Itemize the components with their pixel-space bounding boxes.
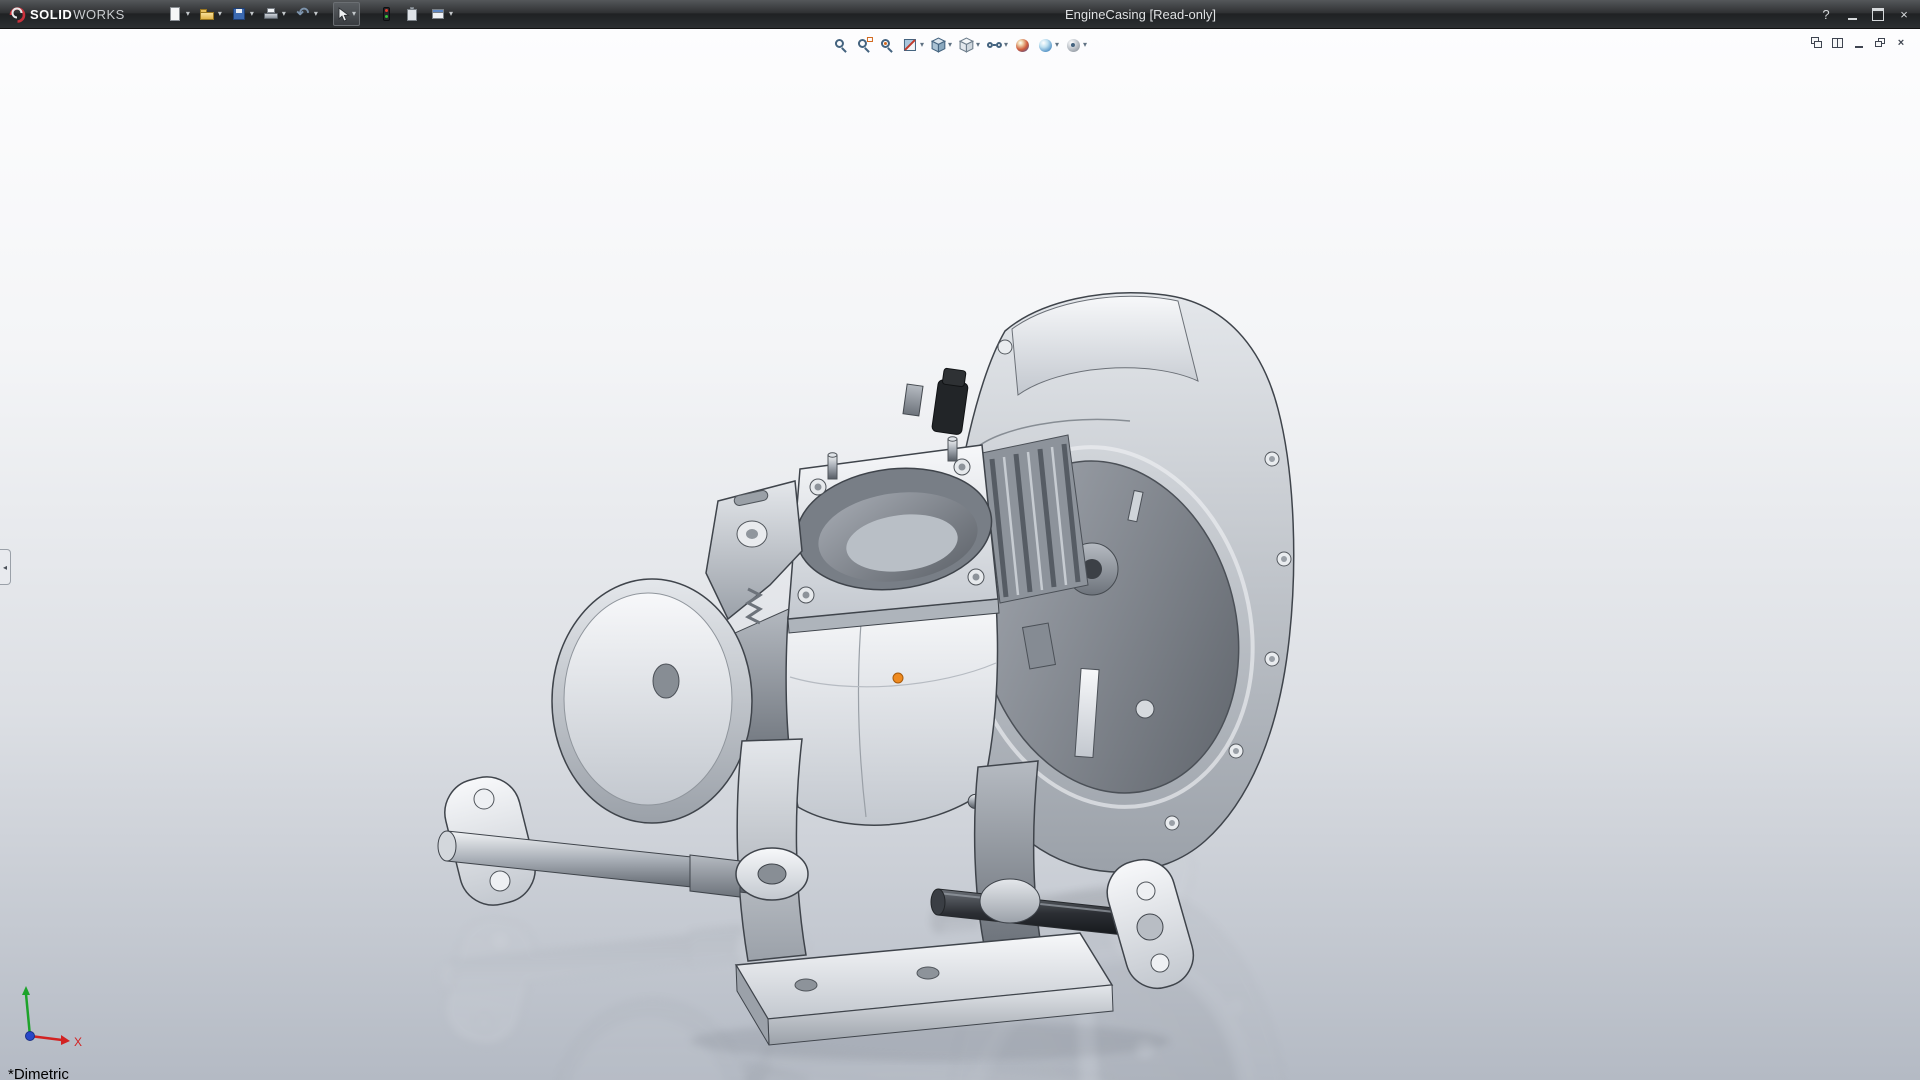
main-toolbar: ▾ ▾ ▾ ▾ ↶ ▾ ▾ ▾ [163,2,456,26]
chevron-down-icon[interactable]: ▾ [281,10,286,18]
section-view-button[interactable]: ▾ [900,34,926,56]
edit-appearance-button[interactable] [1012,34,1033,56]
edit-appearance-icon [1014,37,1031,54]
titlebar: SOLID WORKS ▾ ▾ ▾ ▾ ↶ ▾ ▾ ▾ EngineCasing… [0,0,1920,29]
solidworks-logo: SOLID WORKS [0,5,135,23]
brand-works: WORKS [73,6,125,22]
rebuild-button[interactable] [374,2,398,26]
magnified-selection-button[interactable] [877,34,898,56]
help-icon: ? [1822,7,1830,22]
undo-button[interactable]: ↶ ▾ [291,2,321,26]
print-button[interactable]: ▾ [259,2,289,26]
apply-scene-button[interactable]: ▾ [1035,34,1061,56]
reference-triad: X [22,986,82,1049]
cascade-windows-button[interactable] [1808,35,1826,51]
open-button[interactable]: ▾ [195,2,225,26]
heads-up-view-toolbar: ▾ ▾ ▾ ▾ ▾ ▾ [831,34,1089,56]
file-properties-icon [403,5,421,23]
triad-x-label: X [74,1035,82,1049]
rebuild-traffic-light-icon [377,5,395,23]
zoom-to-area-button[interactable] [854,34,875,56]
minimize-document-button[interactable] [1850,35,1868,51]
display-style-icon [958,36,975,53]
select-cursor-icon [338,6,350,22]
chevron-down-icon[interactable]: ▾ [919,41,924,49]
chevron-down-icon[interactable]: ▾ [249,10,254,18]
chevron-down-icon[interactable]: ▾ [1054,41,1059,49]
chevron-down-icon[interactable]: ▾ [313,10,318,18]
open-folder-icon [198,5,216,23]
save-icon [230,5,248,23]
chevron-down-icon[interactable]: ▾ [351,10,356,18]
apply-scene-icon [1037,37,1054,54]
chevron-down-icon[interactable]: ▾ [448,10,453,18]
chevron-down-icon[interactable]: ▾ [975,41,980,49]
new-button[interactable]: ▾ [163,2,193,26]
restore-document-button[interactable] [1871,35,1889,51]
view-orientation-icon [930,36,947,53]
maximize-button[interactable] [1866,5,1890,25]
view-orientation-label: *Dimetric [8,1066,69,1080]
new-document-icon [166,5,184,23]
document-window-controls: × [1808,35,1910,51]
close-icon: × [1897,37,1905,49]
file-properties-button[interactable] [400,2,424,26]
undo-icon: ↶ [296,5,310,22]
chevron-down-icon[interactable]: ▾ [1003,41,1008,49]
collapse-arrow-icon: ◂ [2,562,7,572]
magnified-selection-icon [879,37,896,54]
options-button[interactable]: ▾ [426,2,456,26]
window-controls: ? × [1814,0,1916,29]
chevron-down-icon[interactable]: ▾ [217,10,222,18]
selection-point-marker[interactable] [892,672,904,684]
zoom-to-fit-button[interactable] [831,34,852,56]
tile-windows-button[interactable] [1829,35,1847,51]
close-icon: × [1900,7,1908,22]
chevron-down-icon[interactable]: ▾ [947,41,952,49]
chevron-down-icon[interactable]: ▾ [1082,41,1087,49]
options-icon [429,5,447,23]
select-button[interactable]: ▾ [332,2,360,26]
minimize-button[interactable] [1840,5,1864,25]
hide-show-items-button[interactable]: ▾ [984,34,1010,56]
help-button[interactable]: ? [1814,5,1838,25]
zoom-to-fit-icon [833,37,850,54]
hide-show-items-icon [986,37,1003,54]
ds-swirl-icon [9,7,26,23]
print-icon [262,5,280,23]
window-title: EngineCasing [Read-only] [1064,6,1216,22]
feature-manager-collapsed-tab[interactable]: ◂ [0,549,11,585]
brand-solid: SOLID [30,6,73,22]
view-orientation-button[interactable]: ▾ [928,34,954,56]
close-button[interactable]: × [1892,5,1916,25]
view-settings-button[interactable]: ▾ [1063,34,1089,56]
graphics-area[interactable]: ▾ ▾ ▾ ▾ ▾ ▾ × ◂ X *Dimetric [0,29,1920,1080]
view-settings-icon [1065,37,1082,54]
display-style-button[interactable]: ▾ [956,34,982,56]
save-button[interactable]: ▾ [227,2,257,26]
engine-casing-model[interactable] [0,29,1920,1080]
close-document-button[interactable]: × [1892,35,1910,51]
zoom-to-area-icon [856,36,873,54]
chevron-down-icon[interactable]: ▾ [185,10,190,18]
section-view-icon [902,37,919,54]
